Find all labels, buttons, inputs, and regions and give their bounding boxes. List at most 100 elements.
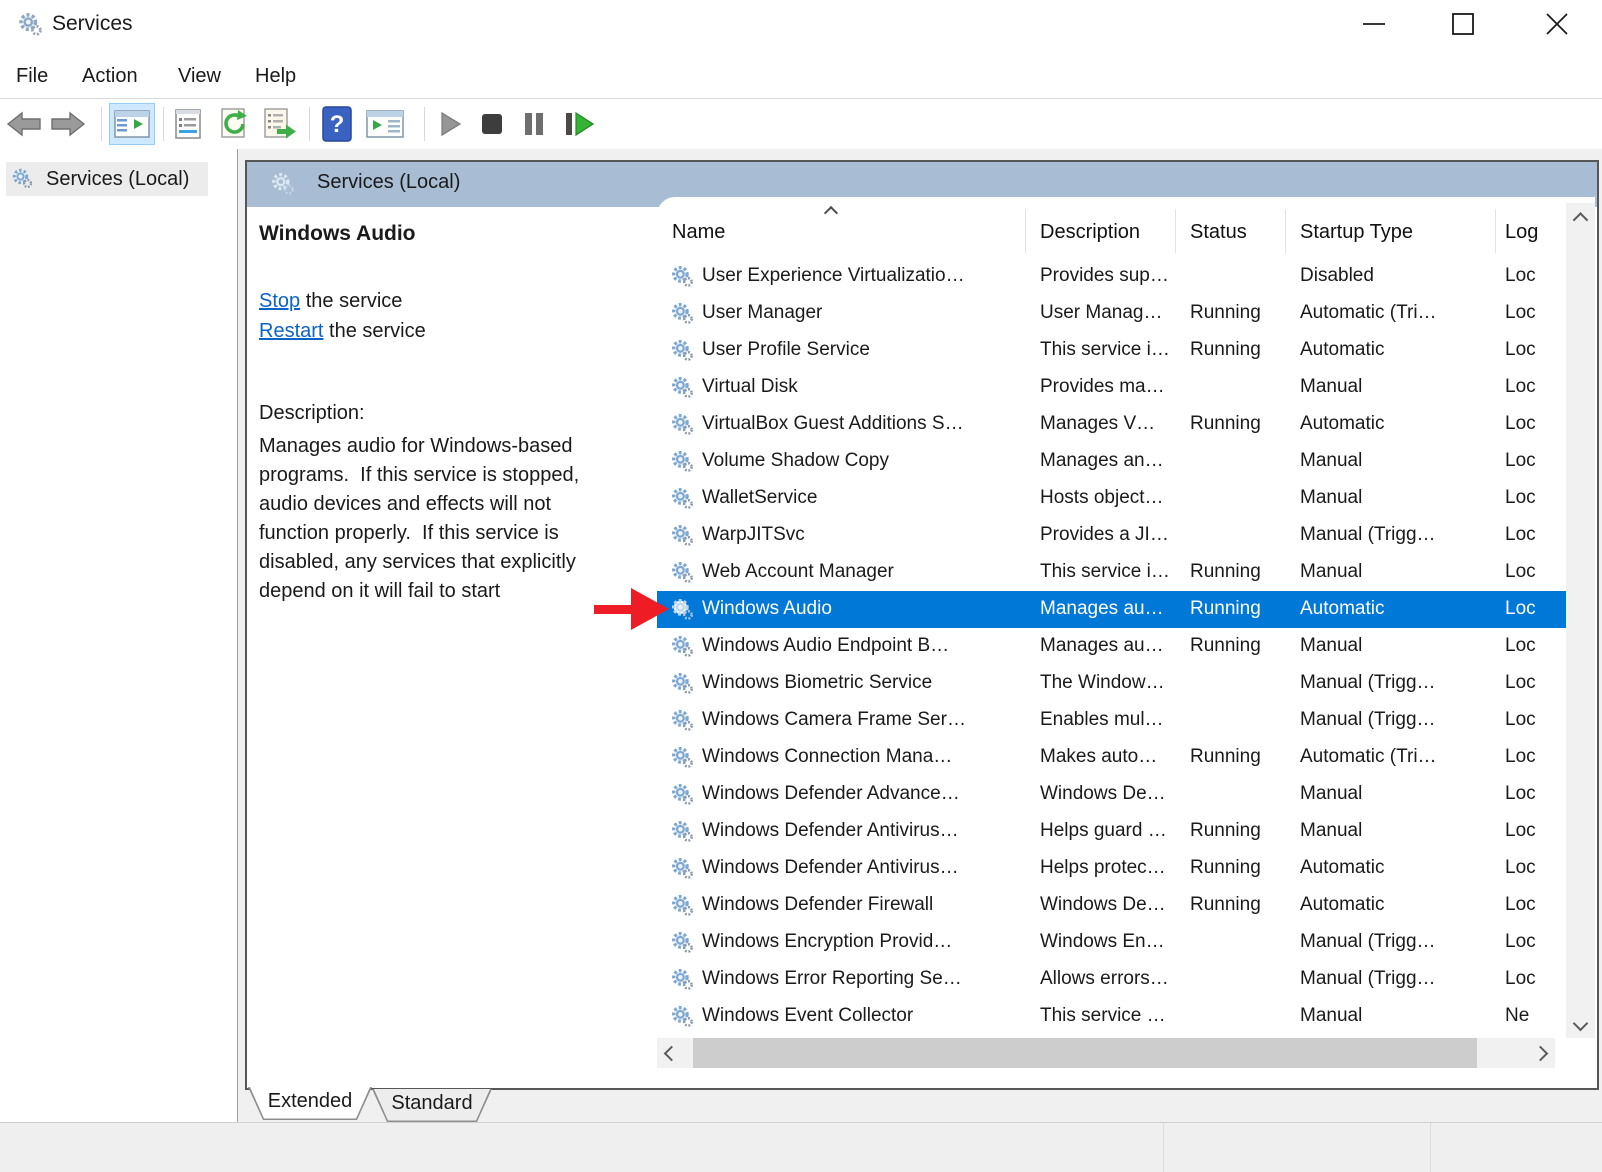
restart-service-link[interactable]: Restart — [259, 320, 323, 342]
toolbar: ? — [0, 98, 1602, 151]
stop-service-icon[interactable] — [474, 109, 510, 139]
table-row[interactable]: Windows Connection Mana…Makes auto…Runni… — [657, 739, 1566, 776]
menu-file[interactable]: File — [12, 55, 52, 98]
start-service-icon[interactable] — [432, 109, 468, 139]
service-logon-cell: Loc — [1505, 376, 1566, 398]
service-name-cell: Windows Encryption Provid… — [702, 931, 1022, 953]
service-gear-icon — [669, 560, 695, 586]
service-description: Manages audio for Windows-basedprograms.… — [259, 432, 579, 606]
service-startup-cell: Manual — [1300, 376, 1500, 398]
vertical-scrollbar[interactable] — [1566, 203, 1595, 1038]
column-header-logon[interactable]: Log — [1505, 221, 1538, 244]
service-gear-icon — [669, 819, 695, 845]
back-icon[interactable] — [4, 109, 44, 139]
service-status-cell: Running — [1190, 561, 1295, 583]
service-gear-icon — [669, 264, 695, 290]
description-line: audio devices and effects will not — [259, 490, 579, 519]
service-logon-cell: Loc — [1505, 894, 1566, 916]
table-row[interactable]: WalletServiceHosts object…ManualLoc — [657, 480, 1566, 517]
show-action-pane-icon[interactable] — [362, 109, 408, 139]
console-tree-panel: Services (Local) — [0, 149, 238, 1122]
service-startup-cell: Manual (Trigg… — [1300, 931, 1500, 953]
svg-text:?: ? — [330, 111, 345, 138]
scroll-left-icon[interactable] — [657, 1038, 686, 1068]
service-logon-cell: Loc — [1505, 302, 1566, 324]
service-logon-cell: Loc — [1505, 524, 1566, 546]
service-logon-cell: Loc — [1505, 265, 1566, 287]
service-description-cell: Enables mul… — [1040, 709, 1185, 731]
service-logon-cell: Loc — [1505, 783, 1566, 805]
close-button[interactable] — [1527, 0, 1587, 48]
services-panel: Services (Local) Windows Audio Stop the … — [245, 160, 1599, 1090]
scroll-down-icon[interactable] — [1566, 1008, 1595, 1038]
forward-icon[interactable] — [48, 109, 88, 139]
table-row[interactable]: Windows Audio Endpoint B…Manages au…Runn… — [657, 628, 1566, 665]
service-startup-cell: Manual — [1300, 487, 1500, 509]
column-header-status[interactable]: Status — [1190, 221, 1247, 244]
restart-service-icon[interactable] — [558, 109, 598, 139]
service-description-cell: Helps protec… — [1040, 857, 1185, 879]
status-bar — [0, 1122, 1602, 1172]
menu-help[interactable]: Help — [251, 55, 300, 98]
tab-extended[interactable]: Extended — [248, 1087, 372, 1120]
service-description-cell: This service … — [1040, 1005, 1185, 1027]
column-header-name[interactable]: Name — [672, 221, 725, 244]
menu-action[interactable]: Action — [78, 55, 142, 98]
services-gear-icon — [16, 11, 44, 39]
table-row[interactable]: User Experience Virtualizatio…Provides s… — [657, 258, 1566, 295]
table-row[interactable]: Windows Defender FirewallWindows De…Runn… — [657, 887, 1566, 924]
table-row[interactable]: WarpJITSvcProvides a JI…Manual (Trigg…Lo… — [657, 517, 1566, 554]
menu-bar: File Action View Help — [0, 55, 1602, 98]
service-gear-icon — [669, 745, 695, 771]
service-startup-cell: Automatic (Tri… — [1300, 746, 1500, 768]
stop-link-suffix: the service — [300, 290, 402, 312]
table-row[interactable]: Windows Camera Frame Ser…Enables mul…Man… — [657, 702, 1566, 739]
service-name-cell: Windows Defender Firewall — [702, 894, 1022, 916]
refresh-icon[interactable] — [214, 109, 254, 139]
service-gear-icon — [669, 782, 695, 808]
service-logon-cell: Ne — [1505, 1005, 1566, 1027]
tab-standard[interactable]: Standard — [372, 1089, 492, 1122]
table-row[interactable]: User ManagerUser Manag…RunningAutomatic … — [657, 295, 1566, 332]
table-row[interactable]: Windows Encryption Provid…Windows En…Man… — [657, 924, 1566, 961]
service-name-cell: Windows Connection Mana… — [702, 746, 1022, 768]
service-gear-icon — [669, 301, 695, 327]
horizontal-scrollbar[interactable] — [657, 1038, 1555, 1068]
table-row[interactable]: Windows Defender Antivirus…Helps guard …… — [657, 813, 1566, 850]
table-row[interactable]: Windows AudioManages au…RunningAutomatic… — [657, 591, 1566, 628]
service-name-cell: User Manager — [702, 302, 1022, 324]
scroll-right-icon[interactable] — [1526, 1038, 1555, 1068]
scroll-up-icon[interactable] — [1566, 203, 1595, 233]
table-row[interactable]: VirtualBox Guest Additions S…Manages V…R… — [657, 406, 1566, 443]
service-description-cell: Manages au… — [1040, 635, 1185, 657]
service-logon-cell: Loc — [1505, 487, 1566, 509]
column-header-startup[interactable]: Startup Type — [1300, 221, 1413, 244]
menu-view[interactable]: View — [174, 55, 225, 98]
table-row[interactable]: Web Account ManagerThis service i…Runnin… — [657, 554, 1566, 591]
service-name-cell: Windows Audio — [702, 598, 1022, 620]
help-icon[interactable]: ? — [318, 109, 356, 139]
table-row[interactable]: Volume Shadow CopyManages an…ManualLoc — [657, 443, 1566, 480]
minimize-button[interactable] — [1344, 0, 1404, 48]
table-row[interactable]: Windows Event CollectorThis service …Man… — [657, 998, 1566, 1035]
service-name-cell: WalletService — [702, 487, 1022, 509]
table-row[interactable]: Virtual DiskProvides ma…ManualLoc — [657, 369, 1566, 406]
export-list-icon[interactable] — [260, 109, 300, 139]
service-description-cell: Manages V… — [1040, 413, 1185, 435]
pause-service-icon[interactable] — [516, 109, 552, 139]
maximize-button[interactable] — [1433, 0, 1493, 48]
properties-icon[interactable] — [168, 109, 208, 139]
show-console-tree-icon[interactable] — [109, 103, 155, 145]
service-startup-cell: Automatic — [1300, 339, 1500, 361]
stop-service-link[interactable]: Stop — [259, 290, 300, 312]
table-row[interactable]: Windows Error Reporting Se…Allows errors… — [657, 961, 1566, 998]
service-gear-icon — [669, 634, 695, 660]
horizontal-scroll-thumb[interactable] — [693, 1038, 1477, 1068]
table-row[interactable]: Windows Biometric ServiceThe Window…Manu… — [657, 665, 1566, 702]
column-header-description[interactable]: Description — [1040, 221, 1140, 244]
service-list-panel: Name Description Status Startup Type Log… — [657, 197, 1595, 1086]
table-row[interactable]: User Profile ServiceThis service i…Runni… — [657, 332, 1566, 369]
table-row[interactable]: Windows Defender Antivirus…Helps protec…… — [657, 850, 1566, 887]
table-row[interactable]: Windows Defender Advance…Windows De…Manu… — [657, 776, 1566, 813]
tree-item-services-local[interactable]: Services (Local) — [6, 162, 208, 196]
